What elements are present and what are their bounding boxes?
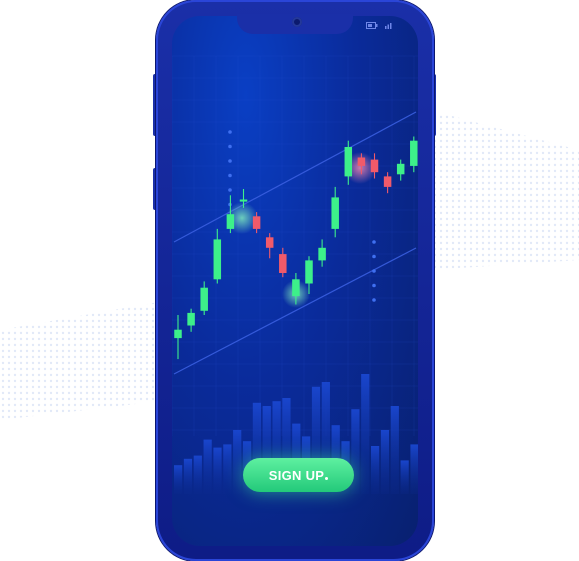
candle-body [357,157,366,166]
volume-bar [400,460,409,494]
candle-body [187,312,195,326]
volume-bar [361,374,370,494]
sign-up-label: SIGN UP [268,467,325,483]
battery-icon [366,22,378,32]
volume-bar [193,455,202,494]
volume-bar [213,447,222,494]
volume-bar [174,465,183,494]
candle-body [265,237,274,248]
indicator-dot [228,130,232,134]
volume-bar [183,458,193,494]
indicator-dot [372,283,376,288]
volume-bar [380,430,390,494]
candlestick-series [174,136,418,360]
candle-body [396,163,405,175]
candle-body [252,216,261,229]
candle-body [279,254,287,273]
front-camera [292,17,302,27]
indicator-dot [228,173,232,178]
candle-body [174,329,182,339]
candle-body [239,199,248,202]
indicator-dot [228,159,232,163]
indicator-dots-left [228,130,232,207]
indicator-dot [372,254,376,259]
candle-body [213,239,222,280]
candle-body [305,260,313,284]
candle-body [410,140,418,166]
sign-up-button[interactable]: SIGN UP [243,458,354,492]
candle-body [292,279,300,297]
candle-body [344,147,353,177]
volume-bar [390,406,399,494]
channel-lower-line [173,247,417,375]
indicator-dot [228,188,232,192]
candle-body [200,287,208,311]
volume-bar [410,444,418,494]
channel-upper-line [173,111,417,243]
chart-grid [172,55,418,436]
indicator-dots-right [372,240,376,302]
candle-body [383,176,392,187]
volume-bar [203,439,212,494]
indicator-dot [372,269,376,273]
signal-icon [385,22,393,32]
indicator-dot [372,240,376,244]
candle-body [318,247,326,261]
indicator-dot [228,144,232,149]
volume-bar [233,430,242,494]
volume-bar [371,446,380,494]
candle-body [370,159,379,173]
volume-bar [223,444,232,494]
candle-body [331,197,339,229]
candle-body [226,214,235,229]
indicator-dot [372,298,376,302]
sign-up-dot [325,476,329,480]
